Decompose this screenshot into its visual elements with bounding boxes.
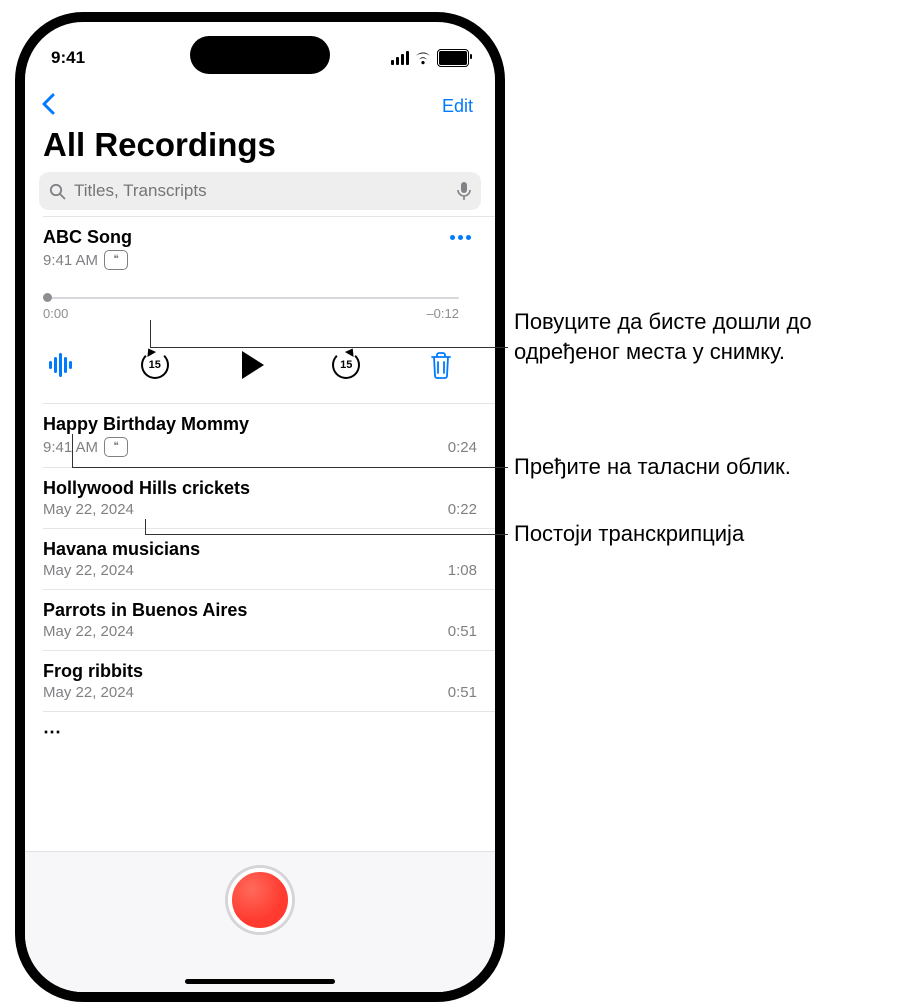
recording-row-expanded[interactable]: ABC Song 9:41 AM ❝ 0:00 [43, 216, 495, 404]
recording-row[interactable]: Frog ribbits May 22, 2024 0:51 [43, 651, 495, 712]
callout-connector [145, 534, 508, 535]
transcript-badge-icon: ❝ [104, 250, 128, 270]
skip-back-15-icon: 15 [139, 349, 171, 381]
battery-icon [437, 49, 469, 67]
recording-subtitle: May 22, 2024 [43, 562, 134, 579]
recording-title: Parrots in Buenos Aires [43, 600, 247, 621]
recording-title: ABC Song [43, 227, 132, 248]
delete-button[interactable] [423, 345, 459, 385]
back-button[interactable] [41, 93, 57, 120]
skip-forward-button[interactable]: 15 [324, 343, 368, 387]
home-indicator [185, 979, 335, 984]
transcript-badge-icon: ❝ [104, 437, 128, 457]
recording-row[interactable]: Happy Birthday Mommy 9:41 AM ❝ 0:24 [43, 404, 495, 468]
page-title: All Recordings [25, 126, 495, 170]
screen: 9:41 Edit All Recordings [25, 22, 495, 992]
recording-subtitle: May 22, 2024 [43, 501, 134, 518]
recording-title: Frog ribbits [43, 661, 143, 682]
remaining-time: –0:12 [426, 306, 459, 321]
truncated-row: ⋯ [43, 712, 495, 743]
callout-connector [145, 519, 146, 534]
callout-scrub: Повуците да бисте дошли до одређеног мес… [514, 307, 884, 366]
callout-waveform: Пређите на таласни облик. [514, 452, 791, 482]
play-icon [242, 351, 264, 379]
callout-connector [72, 467, 508, 468]
recording-row[interactable]: Parrots in Buenos Aires May 22, 2024 0:5… [43, 590, 495, 651]
more-button[interactable] [444, 229, 477, 246]
edit-button[interactable]: Edit [436, 92, 479, 121]
callout-connector [150, 347, 508, 348]
recording-subtitle: 9:41 AM [43, 439, 98, 456]
recording-duration: 0:51 [448, 623, 477, 640]
bottom-bar [25, 851, 495, 992]
scrub-track [43, 297, 459, 299]
status-time: 9:41 [51, 48, 85, 68]
trash-icon [429, 351, 453, 379]
search-field[interactable] [39, 172, 481, 210]
waveform-button[interactable] [43, 346, 78, 384]
callout-connector [150, 320, 151, 347]
recording-duration: 1:08 [448, 562, 477, 579]
callout-connector [72, 434, 73, 467]
elapsed-time: 0:00 [43, 306, 68, 321]
nav-bar: Edit [25, 86, 495, 126]
scrubber[interactable] [43, 288, 459, 308]
scrub-handle[interactable] [43, 293, 52, 302]
phone-frame: 9:41 Edit All Recordings [15, 12, 505, 1002]
search-input[interactable] [72, 180, 451, 202]
cellular-icon [391, 51, 409, 65]
recording-subtitle: May 22, 2024 [43, 684, 134, 701]
recording-title: Hollywood Hills crickets [43, 478, 250, 499]
recording-duration: 0:51 [448, 684, 477, 701]
wifi-icon [414, 51, 432, 65]
recording-duration: 0:22 [448, 501, 477, 518]
skip-back-button[interactable]: 15 [133, 343, 177, 387]
recording-title: Havana musicians [43, 539, 200, 560]
player-area: 0:00 –0:12 15 [43, 288, 477, 387]
waveform-icon [49, 352, 72, 378]
recording-subtitle: 9:41 AM [43, 252, 98, 269]
dictate-icon[interactable] [457, 181, 471, 201]
record-button[interactable] [228, 868, 292, 932]
search-icon [49, 183, 66, 200]
recording-duration: 0:24 [448, 439, 477, 456]
recording-title: Happy Birthday Mommy [43, 414, 249, 435]
notch [190, 36, 330, 74]
recording-subtitle: May 22, 2024 [43, 623, 134, 640]
play-button[interactable] [232, 345, 270, 385]
skip-forward-15-icon: 15 [330, 349, 362, 381]
recording-row[interactable]: Havana musicians May 22, 2024 1:08 [43, 529, 495, 590]
status-right [391, 49, 469, 67]
callout-transcript: Постоји транскрипција [514, 519, 744, 549]
recording-row[interactable]: Hollywood Hills crickets May 22, 2024 0:… [43, 468, 495, 529]
